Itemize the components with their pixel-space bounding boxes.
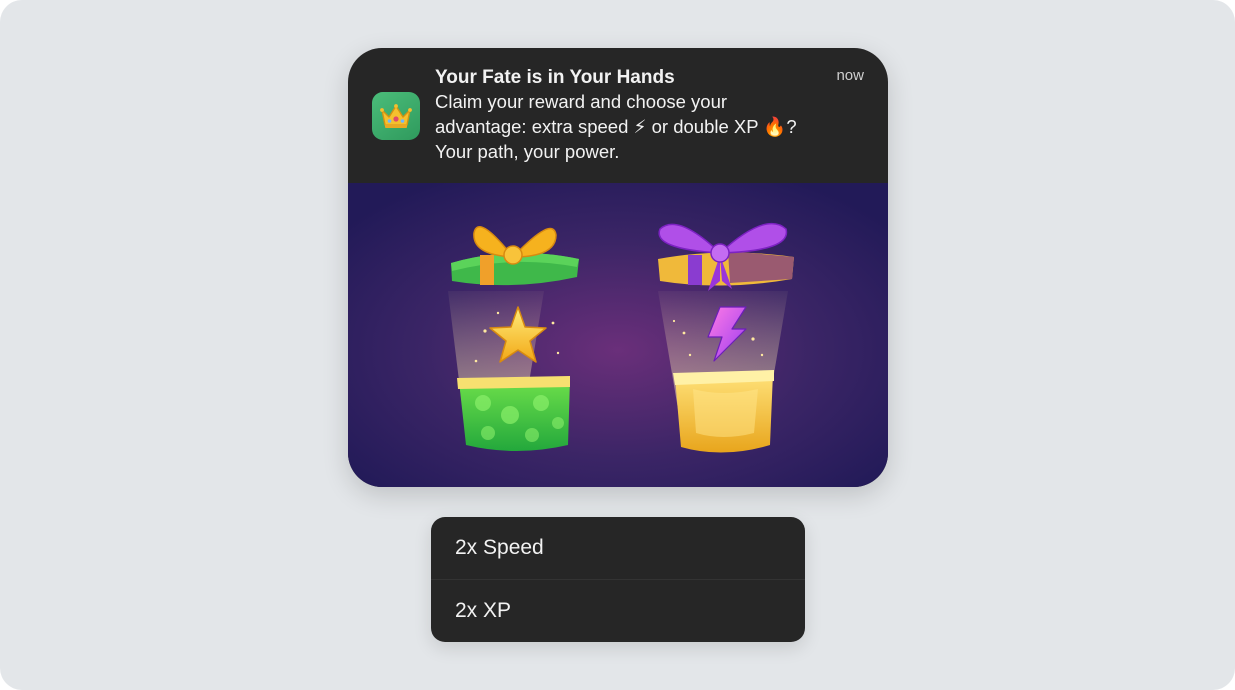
push-notification[interactable]: Your Fate is in Your Hands now Claim you…: [348, 48, 888, 487]
crown-icon: [380, 104, 412, 128]
notification-image: [348, 183, 888, 487]
notification-timestamp: now: [836, 67, 864, 84]
notification-actions-menu: 2x Speed 2x XP: [431, 517, 805, 642]
app-icon: [372, 92, 420, 140]
notification-body: Claim your reward and choose your advant…: [435, 91, 797, 162]
action-2x-xp-button[interactable]: 2x XP: [431, 579, 805, 642]
action-2x-speed-button[interactable]: 2x Speed: [431, 517, 805, 579]
notification-title: Your Fate is in Your Hands: [435, 67, 675, 88]
desktop-background: Your Fate is in Your Hands now Claim you…: [0, 0, 1235, 690]
notification-header: Your Fate is in Your Hands now Claim you…: [348, 48, 888, 183]
